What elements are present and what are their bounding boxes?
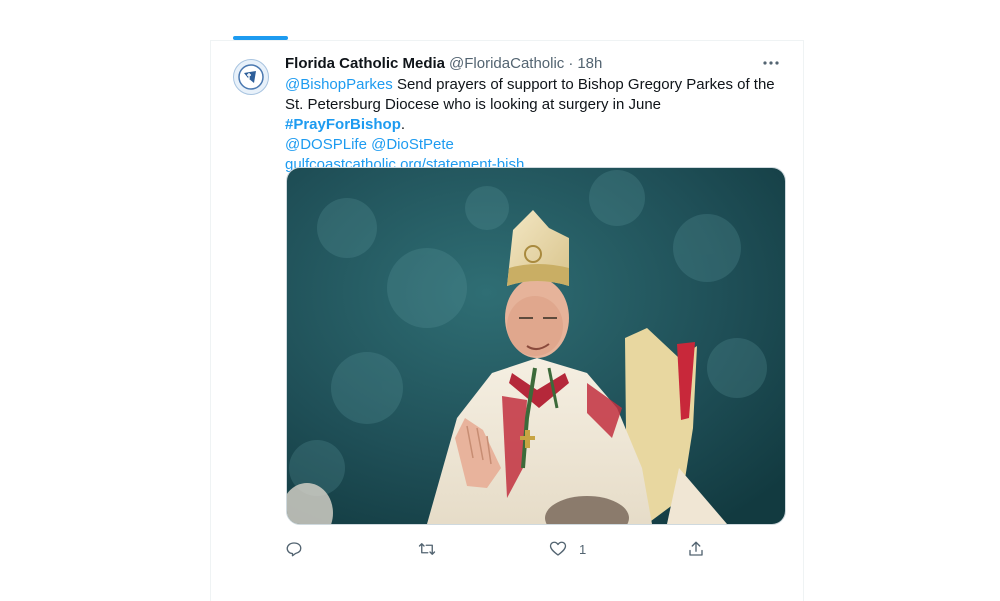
mention-bishopparkes[interactable]: @BishopParkes <box>285 76 393 93</box>
display-name[interactable]: Florida Catholic Media <box>285 55 445 72</box>
heart-icon <box>549 541 567 556</box>
share-icon <box>689 541 703 556</box>
like-button[interactable]: 1 <box>549 537 586 561</box>
tweet-body-end: . <box>400 116 406 133</box>
share-button[interactable] <box>687 537 705 561</box>
tweet-actions: 1 <box>285 537 735 561</box>
more-button[interactable] <box>759 53 783 73</box>
mention-dosplife[interactable]: @DOSPLife <box>285 136 367 153</box>
more-icon <box>763 61 779 65</box>
florida-catholic-logo-icon <box>238 64 264 90</box>
separator: · <box>568 54 574 72</box>
tweet-text: @BishopParkes Send prayers of support to… <box>285 75 785 175</box>
hashtag-prayforbishop[interactable]: #PrayForBishop <box>285 116 401 133</box>
tweet-photo[interactable] <box>286 167 786 525</box>
timeline: Florida Catholic Media @FloridaCatholic … <box>210 40 804 601</box>
reply-icon <box>286 542 302 557</box>
avatar[interactable] <box>233 59 269 95</box>
bishop-photo <box>287 168 785 524</box>
like-count: 1 <box>579 541 587 557</box>
mention-diostpete[interactable]: @DioStPete <box>371 136 454 153</box>
user-handle[interactable]: @FloridaCatholic <box>449 55 564 72</box>
retweet-button[interactable] <box>417 537 437 561</box>
tweet-header: Florida Catholic Media @FloridaCatholic … <box>285 53 602 73</box>
reply-button[interactable] <box>285 537 303 561</box>
timestamp[interactable]: 18h <box>577 55 602 72</box>
retweet-icon <box>418 543 436 555</box>
tweet[interactable]: Florida Catholic Media @FloridaCatholic … <box>211 41 803 601</box>
